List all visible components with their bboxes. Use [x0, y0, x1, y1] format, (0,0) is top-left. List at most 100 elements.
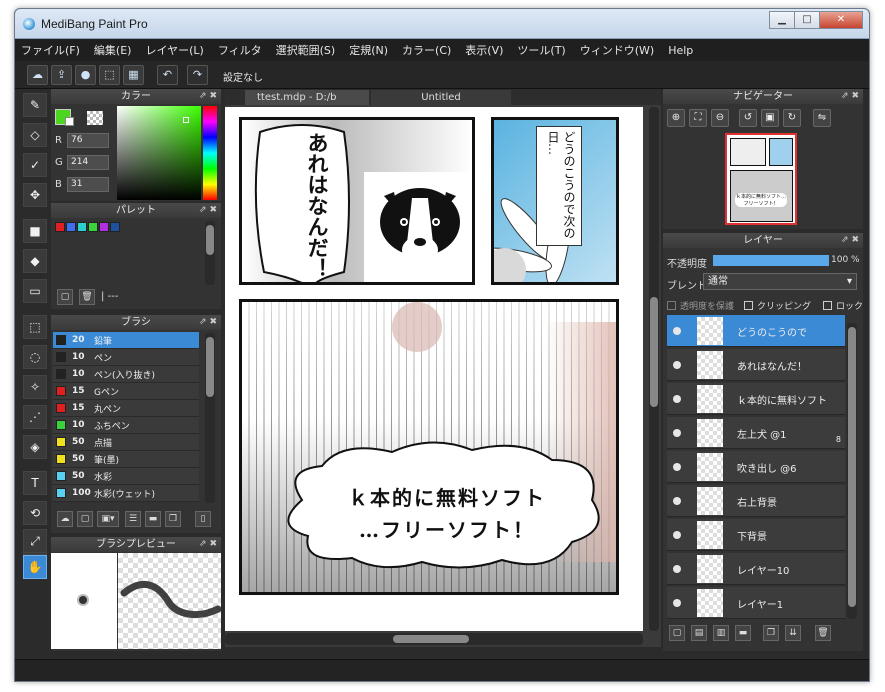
lock-checkbox[interactable]	[823, 301, 832, 310]
brush-tool-icon[interactable]: ✎	[23, 93, 47, 117]
rotate-right-icon[interactable]: ↻	[783, 109, 801, 127]
dot-tool-icon[interactable]: ✓	[23, 153, 47, 177]
menu-tool[interactable]: ツール(T)	[517, 42, 565, 58]
blend-mode-select[interactable]: 通常 ▾	[703, 273, 857, 290]
select-eraser-tool-icon[interactable]: ◈	[23, 435, 47, 459]
reset-view-icon[interactable]: ▣	[761, 109, 779, 127]
zoom-in-icon[interactable]: ⊕	[667, 109, 685, 127]
visibility-eye-icon[interactable]	[673, 361, 681, 369]
lasso-tool-icon[interactable]: ◌	[23, 345, 47, 369]
gradient-tool-icon[interactable]: ▭	[23, 279, 47, 303]
grid-icon[interactable]: ▦	[123, 65, 144, 85]
new-layer-icon[interactable]: ▢	[669, 625, 685, 641]
panel-close-icon[interactable]: ⇗ ✖	[841, 233, 859, 248]
brush-folder-icon[interactable]: ▬	[145, 511, 161, 527]
brush-item[interactable]: 50 点描	[53, 434, 199, 451]
materials-icon[interactable]: ⬚	[99, 65, 120, 85]
layer-row[interactable]: 下背景	[667, 519, 845, 551]
canvas-hscroll-thumb[interactable]	[393, 635, 469, 643]
tab-untitled[interactable]: Untitled	[371, 90, 511, 105]
brush-duplicate-icon[interactable]: ❐	[165, 511, 181, 527]
palette-swatch[interactable]	[99, 222, 109, 232]
maximize-button[interactable]: □	[794, 11, 820, 29]
new-palette-icon[interactable]: ▢	[57, 289, 73, 305]
new-1bit-layer-icon[interactable]: ▥	[713, 625, 729, 641]
magic-wand-tool-icon[interactable]: ✧	[23, 375, 47, 399]
menu-layer[interactable]: レイヤー(L)	[145, 42, 203, 58]
palette-swatch[interactable]	[55, 222, 65, 232]
layer-row[interactable]: レイヤー10	[667, 553, 845, 585]
fit-icon[interactable]: ⛶	[689, 109, 707, 127]
layer-row[interactable]: 吹き出し @6	[667, 451, 845, 483]
layer-row[interactable]: レイヤー1	[667, 587, 845, 619]
visibility-eye-icon[interactable]	[673, 599, 681, 607]
brush-item[interactable]: 15 Gペン	[53, 383, 199, 400]
redo-icon[interactable]: ↷	[187, 65, 208, 85]
panel-close-icon[interactable]: ⇗ ✖	[841, 89, 859, 104]
select-rect-tool-icon[interactable]: ⬚	[23, 315, 47, 339]
panel-close-icon[interactable]: ⇗ ✖	[199, 537, 217, 552]
brush-item[interactable]: 10 ふちペン	[53, 417, 199, 434]
panel-close-icon[interactable]: ⇗ ✖	[199, 89, 217, 104]
visibility-eye-icon[interactable]	[673, 327, 681, 335]
menu-help[interactable]: Help	[668, 44, 693, 57]
menu-file[interactable]: ファイル(F)	[21, 42, 80, 58]
merge-layer-icon[interactable]: ⇊	[785, 625, 801, 641]
brush-delete-icon[interactable]: ▯	[195, 511, 211, 527]
fill-rect-tool-icon[interactable]: ■	[23, 219, 47, 243]
flip-icon[interactable]: ⇋	[813, 109, 831, 127]
hue-slider[interactable]	[203, 106, 217, 200]
cloud-icon[interactable]: ☁	[27, 65, 48, 85]
layer-row[interactable]: 左上犬 @1 8	[667, 417, 845, 449]
canvas-hscroll[interactable]	[225, 633, 643, 645]
brush-item[interactable]: 10 ペン(入り抜き)	[53, 366, 199, 383]
text-tool-icon[interactable]: T	[23, 471, 47, 495]
brush-settings-icon[interactable]: ☰	[125, 511, 141, 527]
brush-add-icon[interactable]: ▣▾	[97, 511, 119, 527]
navigator-thumbnail[interactable]: ｋ本的に無料ソフト…フリーソフト！	[725, 133, 797, 225]
brush-item[interactable]: 100 水彩(ウェット)	[53, 485, 199, 502]
zoom-out-icon[interactable]: ⊖	[711, 109, 729, 127]
visibility-eye-icon[interactable]	[673, 463, 681, 471]
menu-ruler[interactable]: 定規(N)	[349, 42, 388, 58]
divide-tool-icon[interactable]: ⟲	[23, 501, 47, 525]
canvas-vscroll-thumb[interactable]	[650, 297, 658, 407]
palette-swatch[interactable]	[77, 222, 87, 232]
visibility-eye-icon[interactable]	[673, 565, 681, 573]
visibility-eye-icon[interactable]	[673, 395, 681, 403]
visibility-eye-icon[interactable]	[673, 531, 681, 539]
b-value-input[interactable]: 31	[67, 177, 109, 192]
bucket-tool-icon[interactable]: ◆	[23, 249, 47, 273]
layer-row[interactable]: どうのこうので	[667, 315, 845, 347]
brush-cloud-icon[interactable]: ☁	[57, 511, 73, 527]
rotate-left-icon[interactable]: ↺	[739, 109, 757, 127]
palette-swatch[interactable]	[88, 222, 98, 232]
panel-close-icon[interactable]: ⇗ ✖	[199, 315, 217, 330]
undo-icon[interactable]: ↶	[157, 65, 178, 85]
move-tool-icon[interactable]: ✥	[23, 183, 47, 207]
minimize-button[interactable]: ▁	[769, 11, 795, 29]
duplicate-layer-icon[interactable]: ❐	[763, 625, 779, 641]
pipette-tool-icon[interactable]: ⤢	[23, 529, 47, 553]
close-button[interactable]: ✕	[819, 11, 863, 29]
menu-view[interactable]: 表示(V)	[465, 42, 503, 58]
menu-edit[interactable]: 編集(E)	[94, 42, 132, 58]
menu-window[interactable]: ウィンドウ(W)	[580, 42, 654, 58]
brush-item[interactable]: 10 ペン	[53, 349, 199, 366]
layer-row[interactable]: ｋ本的に無料ソフト	[667, 383, 845, 415]
protect-alpha-checkbox[interactable]	[667, 301, 676, 310]
tab-ttest[interactable]: ttest.mdp - D:/b	[245, 90, 369, 105]
palette-swatch[interactable]	[66, 222, 76, 232]
eraser-tool-icon[interactable]: ◇	[23, 123, 47, 147]
brush-item[interactable]: 20 鉛筆	[53, 332, 199, 349]
menu-select[interactable]: 選択範囲(S)	[276, 42, 336, 58]
menu-color[interactable]: カラー(C)	[402, 42, 451, 58]
new-halftone-layer-icon[interactable]: ▤	[691, 625, 707, 641]
brush-new-icon[interactable]: ▢	[77, 511, 93, 527]
visibility-eye-icon[interactable]	[673, 429, 681, 437]
g-value-input[interactable]: 214	[67, 155, 109, 170]
menu-filter[interactable]: フィルタ	[218, 42, 262, 58]
brush-item[interactable]: 50 筆(墨)	[53, 451, 199, 468]
hand-tool-icon[interactable]: ✋	[23, 555, 47, 579]
layer-folder-icon[interactable]: ▬	[735, 625, 751, 641]
